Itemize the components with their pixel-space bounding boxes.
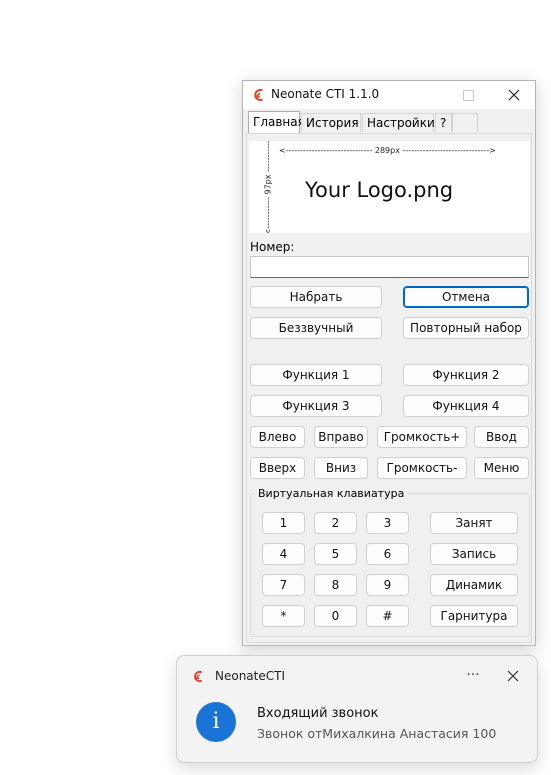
- key-5[interactable]: 5: [314, 543, 357, 565]
- close-icon[interactable]: [505, 668, 521, 684]
- key-1[interactable]: 1: [262, 512, 305, 534]
- more-options-icon[interactable]: ···: [464, 667, 482, 683]
- tab-settings[interactable]: Настройки: [362, 113, 435, 132]
- tab-main[interactable]: Главная: [248, 111, 305, 133]
- number-input[interactable]: [250, 256, 529, 278]
- function-3-button[interactable]: Функция 3: [250, 395, 382, 417]
- left-button[interactable]: Влево: [250, 426, 305, 448]
- key-4[interactable]: 4: [262, 543, 305, 565]
- maximize-button[interactable]: [445, 81, 491, 109]
- dial-button[interactable]: Набрать: [250, 286, 382, 308]
- close-icon: [508, 89, 520, 101]
- notification-app-name: NeonateCTI: [215, 669, 285, 683]
- right-button[interactable]: Вправо: [314, 426, 368, 448]
- key-hash[interactable]: #: [366, 605, 409, 627]
- tab-strip-filler: [452, 113, 478, 132]
- enter-button[interactable]: Ввод: [474, 426, 529, 448]
- key-3[interactable]: 3: [366, 512, 409, 534]
- logo-area: <------------------------------ 289px --…: [249, 141, 530, 233]
- info-icon: i: [196, 702, 236, 742]
- volume-up-button[interactable]: Громкость+: [377, 426, 467, 448]
- down-button[interactable]: Вниз: [314, 457, 368, 479]
- key-9[interactable]: 9: [366, 574, 409, 596]
- function-4-button[interactable]: Функция 4: [403, 395, 529, 417]
- redial-button[interactable]: Повторный набор: [403, 317, 529, 339]
- busy-button[interactable]: Занят: [430, 512, 518, 534]
- logo-height-note: <----------- 97px ----------->: [263, 141, 273, 233]
- title-bar[interactable]: Neonate CTI 1.1.0: [243, 81, 535, 109]
- logo-placeholder-text: Your Logo.png: [305, 178, 454, 202]
- neonate-logo-icon: [193, 670, 203, 683]
- tab-help[interactable]: ?: [435, 113, 452, 132]
- key-7[interactable]: 7: [262, 574, 305, 596]
- up-button[interactable]: Вверх: [250, 457, 305, 479]
- logo-width-note: <------------------------------ 289px --…: [279, 146, 496, 155]
- key-0[interactable]: 0: [314, 605, 357, 627]
- key-6[interactable]: 6: [366, 543, 409, 565]
- incoming-call-notification[interactable]: NeonateCTI ··· i Входящий звонок Звонок …: [176, 655, 538, 763]
- key-star[interactable]: *: [262, 605, 305, 627]
- key-2[interactable]: 2: [314, 512, 357, 534]
- virtual-keypad-label: Виртуальная клавиатура: [255, 487, 408, 500]
- window-title: Neonate CTI 1.1.0: [271, 87, 380, 101]
- function-1-button[interactable]: Функция 1: [250, 364, 382, 386]
- function-2-button[interactable]: Функция 2: [403, 364, 529, 386]
- maximize-icon: [462, 89, 474, 101]
- record-button[interactable]: Запись: [430, 543, 518, 565]
- cti-window: Neonate CTI 1.1.0 Главная История Настро…: [242, 80, 536, 646]
- menu-button[interactable]: Меню: [474, 457, 529, 479]
- key-8[interactable]: 8: [314, 574, 357, 596]
- tab-history[interactable]: История: [301, 113, 361, 132]
- speaker-button[interactable]: Динамик: [430, 574, 518, 596]
- minimize-button[interactable]: [399, 81, 445, 109]
- neonate-logo-icon: [254, 89, 263, 101]
- notification-title: Входящий звонок: [257, 706, 379, 721]
- minimize-icon: [417, 94, 427, 96]
- mute-button[interactable]: Беззвучный: [250, 317, 382, 339]
- number-label: Номер:: [250, 240, 295, 254]
- close-button[interactable]: [491, 81, 537, 109]
- cancel-button[interactable]: Отмена: [403, 286, 529, 308]
- volume-down-button[interactable]: Громкость-: [377, 457, 467, 479]
- info-icon-glyph: i: [212, 709, 220, 734]
- notification-body: Звонок отМихалкина Анастасия 100: [257, 726, 497, 741]
- headset-button[interactable]: Гарнитура: [430, 605, 518, 627]
